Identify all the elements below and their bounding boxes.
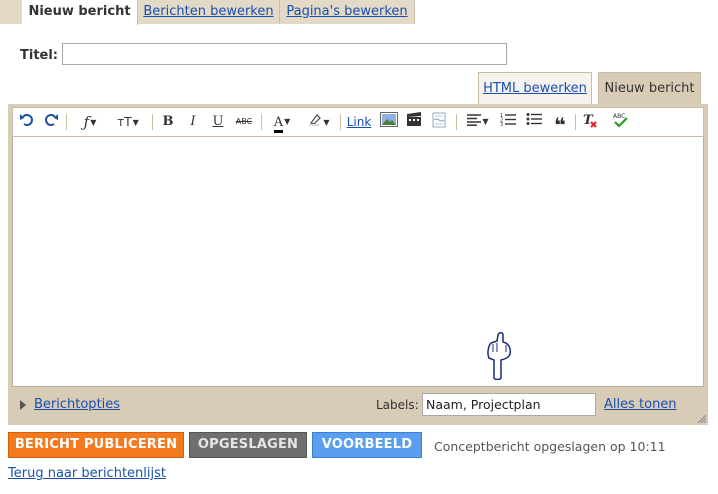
clear-formatting-icon[interactable]: T [580, 112, 600, 132]
editor-frame: ƒ▼ тT▼ B I U ABC A▼ ▼ Link ▼ 1 2 3 ❝ T A… [8, 104, 708, 425]
title-label: Titel: [20, 48, 59, 63]
post-options-bar: Berichtopties Labels: Alles tonen [8, 387, 708, 425]
video-icon[interactable] [404, 112, 424, 132]
title-input[interactable] [62, 43, 507, 65]
text-color-icon[interactable]: A▼ [266, 112, 298, 133]
pointer-cursor-icon [487, 332, 511, 380]
image-icon[interactable] [379, 112, 399, 132]
svg-text:3: 3 [500, 122, 503, 126]
back-to-posts-link[interactable]: Terug naar berichtenlijst [8, 466, 166, 481]
link-button[interactable]: Link [346, 112, 372, 132]
spellcheck-label: ABC [613, 113, 625, 120]
expand-arrow-icon[interactable] [20, 400, 26, 410]
tab-edit-posts[interactable]: Berichten bewerken [138, 0, 280, 24]
save-status-text: Conceptbericht opgeslagen op 10:11 [434, 439, 666, 454]
top-tab-bar: Nieuw bericht Berichten bewerken Pagina'… [0, 0, 718, 25]
tab-edit-pages[interactable]: Pagina's bewerken [280, 0, 415, 24]
resize-grip-icon[interactable] [696, 413, 706, 423]
align-icon[interactable]: ▼ [463, 112, 493, 132]
tab-html-edit-label: HTML bewerken [483, 81, 587, 96]
tab-new-post[interactable]: Nieuw bericht [22, 0, 138, 25]
labels-label: Labels: [376, 398, 419, 412]
toolbar-divider [575, 114, 576, 130]
save-button[interactable]: OPGESLAGEN [189, 432, 307, 458]
post-body-editor[interactable] [12, 137, 704, 387]
toolbar-divider [261, 114, 262, 130]
editor-toolbar: ƒ▼ тT▼ B I U ABC A▼ ▼ Link ▼ 1 2 3 ❝ T A… [12, 107, 704, 137]
jump-break-icon[interactable] [429, 112, 449, 132]
publish-button[interactable]: BERICHT PUBLICEREN [8, 432, 184, 458]
blockquote-icon[interactable]: ❝ [550, 112, 570, 137]
toolbar-divider [66, 114, 67, 130]
toolbar-divider [152, 114, 153, 130]
post-options-link[interactable]: Berichtopties [34, 397, 120, 412]
toolbar-divider [340, 114, 341, 130]
highlight-icon[interactable]: ▼ [303, 112, 335, 132]
font-size-glyph: тT [117, 115, 132, 129]
font-family-icon[interactable]: ƒ▼ [73, 112, 107, 132]
font-size-icon[interactable]: тT▼ [111, 112, 145, 132]
underline-button[interactable]: U [208, 112, 228, 132]
italic-button[interactable]: I [183, 112, 203, 132]
bullet-list-icon[interactable] [524, 112, 544, 132]
tab-edit-pages-label: Pagina's bewerken [286, 4, 408, 19]
preview-button[interactable]: VOORBEELD [312, 432, 422, 458]
bold-button[interactable]: B [158, 112, 178, 132]
tab-html-edit[interactable]: HTML bewerken [478, 72, 592, 104]
labels-input[interactable] [422, 393, 596, 416]
redo-icon[interactable] [41, 112, 61, 132]
text-color-glyph: A [273, 115, 284, 133]
undo-icon[interactable] [17, 112, 37, 132]
tab-compose[interactable]: Nieuw bericht [598, 72, 701, 104]
strikethrough-button[interactable]: ABC [233, 112, 255, 132]
tab-edit-posts-label: Berichten bewerken [143, 4, 274, 19]
show-all-labels-link[interactable]: Alles tonen [604, 397, 677, 412]
toolbar-divider [456, 114, 457, 130]
spellcheck-icon[interactable]: ABC [610, 112, 632, 132]
numbered-list-icon[interactable]: 123 [498, 112, 518, 132]
